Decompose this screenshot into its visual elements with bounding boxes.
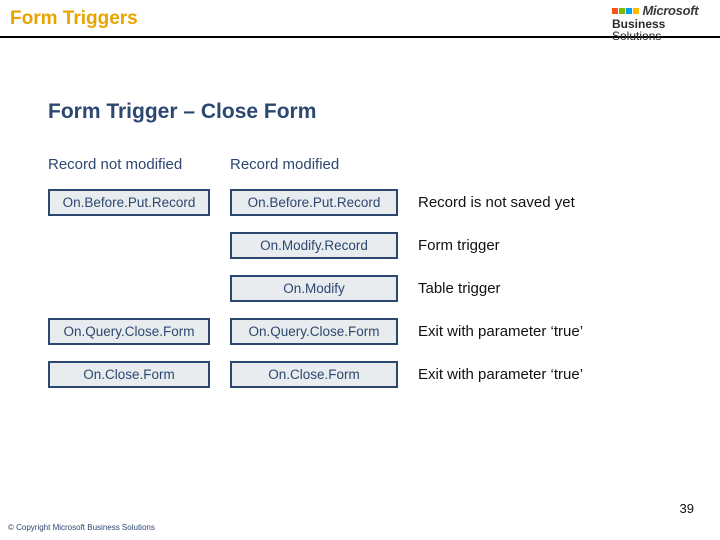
trigger-box: On.Query.Close.Form — [48, 318, 210, 345]
trigger-description: Exit with parameter ‘true’ — [418, 366, 696, 383]
slide-title: Form Triggers — [10, 8, 138, 30]
slide-header: Form Triggers Microsoft Business Solutio… — [0, 0, 720, 56]
logo-square-icon — [619, 8, 625, 14]
trigger-grid: Record not modified Record modified On.B… — [48, 156, 696, 388]
logo-text-solutions: Solutions — [612, 29, 661, 43]
trigger-description: Form trigger — [418, 237, 696, 254]
slide-body: Form Trigger – Close Form Record not mod… — [48, 100, 696, 480]
trigger-description: Exit with parameter ‘true’ — [418, 323, 696, 340]
trigger-box: On.Query.Close.Form — [230, 318, 398, 345]
trigger-description: Table trigger — [418, 280, 696, 297]
trigger-box: On.Before.Put.Record — [48, 189, 210, 216]
slide-subtitle: Form Trigger – Close Form — [48, 100, 696, 124]
logo-square-icon — [633, 8, 639, 14]
column-header-modified: Record modified — [230, 156, 398, 173]
ms-logo: Microsoft Business Solutions — [612, 4, 704, 43]
trigger-box: On.Close.Form — [230, 361, 398, 388]
copyright-text: © Copyright Microsoft Business Solutions — [8, 523, 155, 532]
column-header-not-modified: Record not modified — [48, 156, 210, 173]
logo-square-icon — [612, 8, 618, 14]
page-number: 39 — [680, 501, 694, 516]
trigger-box: On.Close.Form — [48, 361, 210, 388]
trigger-box: On.Modify — [230, 275, 398, 302]
trigger-box: On.Modify.Record — [230, 232, 398, 259]
logo-square-icon — [626, 8, 632, 14]
trigger-description: Record is not saved yet — [418, 194, 696, 211]
trigger-box: On.Before.Put.Record — [230, 189, 398, 216]
